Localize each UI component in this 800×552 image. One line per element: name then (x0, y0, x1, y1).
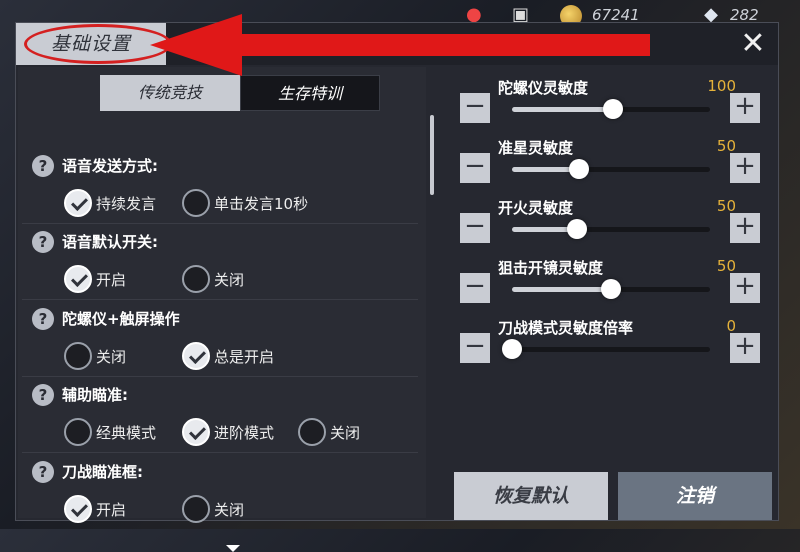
radio-unchecked-icon[interactable] (182, 189, 210, 217)
divider (22, 299, 418, 300)
decrease-button[interactable]: − (460, 153, 490, 183)
decrease-button[interactable]: − (460, 93, 490, 123)
annotation-arrow (150, 14, 650, 76)
slider-track[interactable] (512, 99, 710, 119)
setting-title: 陀螺仪+触屏操作 (62, 310, 180, 328)
reset-default-button[interactable]: 恢复默认 (454, 472, 608, 520)
slider-track[interactable] (502, 339, 710, 359)
radio-option[interactable]: 关闭 (64, 342, 126, 370)
radio-option[interactable]: 经典模式 (64, 418, 156, 446)
setting-title: 辅助瞄准: (62, 386, 128, 404)
radio-unchecked-icon[interactable] (298, 418, 326, 446)
radio-checked-icon[interactable] (64, 495, 92, 523)
slider-label: 准星灵敏度 (498, 139, 574, 157)
slider-fill (512, 107, 613, 112)
setting-row: ? 语音发送方式: 持续发言 单击发言10秒 (32, 153, 412, 223)
radio-option-label: 开启 (96, 500, 127, 519)
decrease-button[interactable]: − (460, 333, 490, 363)
help-icon[interactable]: ? (32, 155, 54, 177)
radio-option[interactable]: 开启 (64, 495, 126, 523)
help-icon[interactable]: ? (32, 231, 54, 253)
increase-button[interactable]: + (730, 93, 760, 123)
divider (22, 376, 418, 377)
radio-unchecked-icon[interactable] (64, 342, 92, 370)
help-icon[interactable]: ? (32, 308, 54, 330)
close-button[interactable]: ✕ (738, 29, 768, 59)
slider-track[interactable] (512, 279, 710, 299)
radio-option-label: 经典模式 (96, 423, 157, 442)
radio-option-label: 总是开启 (214, 347, 275, 366)
sensitivity-slider-row: 开火灵敏度 50− + (442, 197, 768, 257)
radio-option[interactable]: 进阶模式 (182, 418, 274, 446)
slider-thumb[interactable] (502, 339, 522, 359)
slider-track[interactable] (512, 159, 710, 179)
slider-thumb[interactable] (569, 159, 590, 179)
radio-option-label: 单击发言10秒 (214, 194, 309, 213)
radio-option[interactable]: 单击发言10秒 (182, 189, 308, 217)
radio-option-label: 持续发言 (96, 194, 157, 213)
slider-fill (512, 287, 611, 292)
radio-checked-icon[interactable] (64, 189, 92, 217)
increase-button[interactable]: + (730, 213, 760, 243)
decrease-button[interactable]: − (460, 213, 490, 243)
logout-button[interactable]: 注销 (618, 472, 772, 520)
setting-row: ? 语音默认开关: 开启 关闭 (32, 229, 412, 299)
slider-thumb[interactable] (602, 99, 623, 119)
slider-label: 狙击开镜灵敏度 (498, 259, 604, 277)
help-icon[interactable]: ? (32, 461, 54, 483)
setting-title: 语音发送方式: (62, 157, 158, 175)
help-icon[interactable]: ? (32, 384, 54, 406)
subtab-survival[interactable]: 生存特训 (240, 75, 380, 111)
mode-subtabs: 传统竞技 生存特训 (100, 75, 380, 111)
radio-unchecked-icon[interactable] (182, 495, 210, 523)
radio-option-label: 关闭 (96, 347, 127, 366)
radio-option[interactable]: 持续发言 (64, 189, 156, 217)
divider (22, 223, 418, 224)
sensitivity-slider-row: 准星灵敏度 50− + (442, 137, 768, 197)
radio-unchecked-icon[interactable] (64, 418, 92, 446)
radio-option[interactable]: 关闭 (298, 418, 360, 446)
setting-row: ? 辅助瞄准: 经典模式 进阶模式 关闭 (32, 382, 412, 452)
radio-option[interactable]: 关闭 (182, 265, 244, 293)
radio-option-label: 关闭 (214, 270, 245, 289)
sensitivity-slider-row: 陀螺仪灵敏度 100− + (442, 77, 768, 137)
slider-label: 刀战模式灵敏度倍率 (498, 319, 634, 337)
slider-label: 开火灵敏度 (498, 199, 574, 217)
increase-button[interactable]: + (730, 153, 760, 183)
annotation-arrow-shape (150, 14, 650, 76)
setting-title: 刀战瞄准框: (62, 463, 143, 481)
decrease-button[interactable]: − (460, 273, 490, 303)
sensitivity-slider-row: 刀战模式灵敏度倍率 0− + (442, 317, 768, 377)
setting-row: ? 陀螺仪+触屏操作关闭 总是开启 (32, 306, 412, 376)
radio-option-label: 关闭 (330, 423, 361, 442)
radio-option-label: 关闭 (214, 500, 245, 519)
left-settings-column: 传统竞技 生存特训 ? 语音发送方式: 持续发言 单击发言10秒? 语音默认开关: 开启关… (18, 67, 426, 552)
radio-option[interactable]: 关闭 (182, 495, 244, 523)
slider-thumb[interactable] (567, 219, 588, 239)
scroll-down-icon (226, 545, 240, 552)
slider-thumb[interactable] (601, 279, 621, 299)
slider-track[interactable] (512, 219, 710, 239)
radio-unchecked-icon[interactable] (182, 265, 210, 293)
increase-button[interactable]: + (730, 333, 760, 363)
slider-label: 陀螺仪灵敏度 (498, 79, 589, 97)
radio-checked-icon[interactable] (182, 418, 210, 446)
setting-row: ? 刀战瞄准框: 开启 关闭 (32, 459, 412, 529)
divider (22, 452, 418, 453)
sensitivity-slider-row: 狙击开镜灵敏度 50− + (442, 257, 768, 317)
radio-checked-icon[interactable] (64, 265, 92, 293)
subtab-classic[interactable]: 传统竞技 (100, 75, 240, 111)
radio-option-label: 进阶模式 (214, 423, 275, 442)
settings-panel: 基础设置 操作设 ✕ 传统竞技 生存特训 ?语音发送方式:持续发言单击发言10秒… (15, 22, 779, 552)
radio-option[interactable]: 开启 (64, 265, 126, 293)
radio-checked-icon[interactable] (182, 342, 210, 370)
sensitivity-column: 陀螺仪灵敏度 100− + 准星灵敏度 50− + 开火灵敏度 50− + 狙击开镜灵敏度 50− +… (430, 67, 776, 520)
setting-title: 语音默认开关: (62, 233, 158, 251)
increase-button[interactable]: + (730, 273, 760, 303)
radio-option[interactable]: 总是开启 (182, 342, 274, 370)
radio-option-label: 开启 (96, 270, 127, 289)
